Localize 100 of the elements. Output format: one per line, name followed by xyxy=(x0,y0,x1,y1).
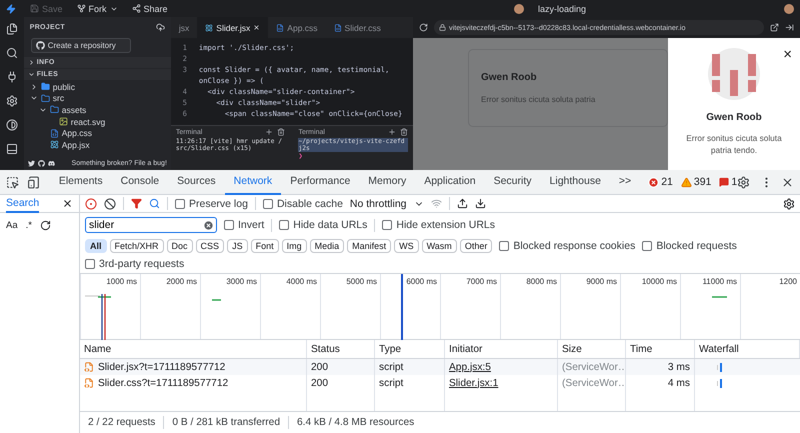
file-tree-item[interactable]: src xyxy=(24,92,171,104)
column-header[interactable]: Status xyxy=(307,340,375,358)
type-filter-chip[interactable]: Other xyxy=(460,238,492,252)
save-icon xyxy=(30,4,39,13)
devtools-tab[interactable]: Performance xyxy=(281,170,360,194)
card-name: Gwen Roob xyxy=(481,72,538,83)
error-count[interactable]: 21 xyxy=(648,176,673,188)
settings-icon xyxy=(783,198,795,210)
time-tick-label: 7000 ms xyxy=(466,277,497,288)
issue-count[interactable]: 1 xyxy=(719,176,738,188)
filter-option-checkbox[interactable]: Hide extension URLs xyxy=(382,219,496,231)
editor-tab[interactable]: App.css xyxy=(268,17,326,38)
type-filter-chip[interactable]: Font xyxy=(250,238,279,252)
chevron-right-icon xyxy=(28,59,35,66)
column-header[interactable]: Type xyxy=(375,340,445,358)
type-filter-chip[interactable]: Media xyxy=(310,238,344,252)
preserve-log-checkbox[interactable]: Preserve log xyxy=(175,198,248,210)
type-option-checkbox[interactable]: Blocked requests xyxy=(642,240,737,252)
type-filter-chip[interactable]: Doc xyxy=(166,238,193,252)
column-header[interactable]: Time xyxy=(626,340,695,358)
warning-count[interactable]: 391 xyxy=(680,176,712,188)
regex-button[interactable]: .* xyxy=(26,220,32,230)
download-icon xyxy=(474,198,486,209)
file-tree-item[interactable]: App.jsx xyxy=(24,138,171,151)
disable-cache-checkbox[interactable]: Disable cache xyxy=(262,198,343,210)
devtools-tab[interactable]: Sources xyxy=(168,170,225,194)
editor-tab[interactable]: Slider.css xyxy=(326,17,389,38)
upload-icon xyxy=(456,198,468,209)
devtools-tab[interactable]: Memory xyxy=(359,170,416,194)
devtools-tab[interactable]: Lighthouse xyxy=(540,170,610,194)
column-header[interactable]: Name xyxy=(80,340,307,358)
devtools-tab[interactable]: Application xyxy=(415,170,485,194)
type-filter-chip[interactable]: Img xyxy=(282,238,307,252)
devtools-tab[interactable]: Console xyxy=(112,170,168,194)
warning-icon xyxy=(680,176,692,188)
avatar[interactable] xyxy=(784,4,794,14)
status-summary: 6.4 kB / 4.8 MB resources xyxy=(297,417,414,428)
clear-icon xyxy=(203,220,214,230)
waterfall-bar xyxy=(717,362,722,372)
devtools-tab[interactable]: Network xyxy=(224,170,282,194)
close-icon xyxy=(253,24,260,31)
create-repository-button[interactable]: Create a repository xyxy=(30,38,131,53)
type-filter-chip[interactable]: WS xyxy=(394,238,419,252)
devtools-tab[interactable]: Security xyxy=(484,170,541,194)
panel-icon xyxy=(6,143,18,155)
filter-icon xyxy=(131,198,142,209)
table-cell: script xyxy=(375,375,445,391)
message-icon xyxy=(719,177,730,187)
type-filter-chip[interactable]: Manifest xyxy=(347,238,392,252)
column-header[interactable]: Initiator xyxy=(445,340,558,358)
status-summary: 0 B / 281 kB transferred xyxy=(172,417,280,428)
file-tree-item[interactable]: react.svg xyxy=(24,116,171,128)
match-case-button[interactable]: Aa xyxy=(6,220,18,230)
reload-icon xyxy=(419,23,428,32)
current-time-marker xyxy=(401,274,403,340)
folder-icon xyxy=(40,82,50,92)
type-filter-chip[interactable]: Fetch/XHR xyxy=(110,238,164,252)
table-cell: (ServiceWor… xyxy=(558,375,626,391)
plus-icon xyxy=(388,128,396,136)
files-icon xyxy=(6,23,18,35)
script-file-icon xyxy=(84,362,94,372)
folder-icon xyxy=(40,94,50,103)
type-filter-chip[interactable]: CSS xyxy=(196,238,224,252)
trash-icon xyxy=(277,128,286,136)
type-filter-chip[interactable]: Wasm xyxy=(422,238,457,252)
column-header[interactable]: Waterfall xyxy=(695,340,800,358)
fork-icon xyxy=(76,4,86,13)
settings-icon xyxy=(737,176,750,188)
type-option-checkbox[interactable]: Blocked response cookies xyxy=(499,240,636,252)
search-tab[interactable]: Search xyxy=(6,194,40,212)
more-tabs-button[interactable]: >> xyxy=(610,170,640,194)
arrow-right-icon xyxy=(785,23,794,32)
type-filter-chip[interactable]: All xyxy=(85,238,107,252)
fork-button[interactable]: Fork xyxy=(76,4,118,14)
file-tree-item[interactable]: assets xyxy=(24,104,171,116)
third-party-checkbox[interactable]: 3rd-party requests xyxy=(85,258,184,270)
editor-tab[interactable]: Slider.jsx xyxy=(197,17,268,38)
plug-icon xyxy=(6,71,18,83)
filter-option-checkbox[interactable]: Hide data URLs xyxy=(279,219,368,231)
share-button[interactable]: Share xyxy=(132,4,168,14)
initiator-link[interactable]: Slider.jsx:1 xyxy=(445,375,558,391)
table-cell[interactable]: Slider.css?t=1711189577712 xyxy=(80,375,307,391)
devtools-tab[interactable]: Elements xyxy=(50,170,112,194)
script-file-icon xyxy=(84,378,94,388)
filter-field[interactable]: slider xyxy=(85,217,217,233)
column-header[interactable]: Size xyxy=(558,340,626,358)
time-tick-label: 11000 ms xyxy=(702,277,737,288)
plus-icon xyxy=(265,128,274,136)
close-button[interactable]: × xyxy=(783,47,792,62)
type-filter-chip[interactable]: JS xyxy=(227,238,248,252)
settings-icon xyxy=(6,95,18,107)
time-tick-label: 3000 ms xyxy=(226,277,257,288)
close-icon xyxy=(781,176,794,188)
editor-tab[interactable]: jsx xyxy=(170,17,198,38)
avatar[interactable] xyxy=(514,4,524,14)
file-tree-item[interactable]: App.css xyxy=(24,127,171,139)
waterfall-bar xyxy=(717,378,722,388)
throttling-dropdown[interactable]: No throttling xyxy=(350,198,407,210)
filter-option-checkbox[interactable]: Invert xyxy=(224,219,264,231)
file-tree-item[interactable]: public xyxy=(24,81,171,93)
